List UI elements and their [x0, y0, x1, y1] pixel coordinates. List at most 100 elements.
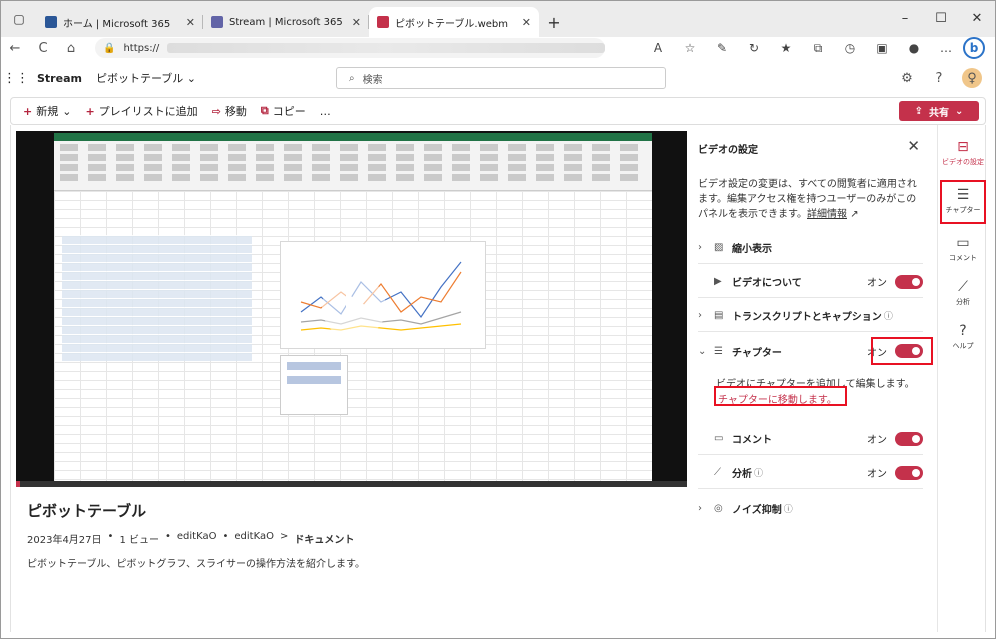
section-label: チャプター	[732, 347, 782, 359]
minimize-icon[interactable]: –	[887, 1, 923, 35]
rail-comments[interactable]: ▭ コメント	[938, 235, 988, 263]
toggle-state: オン	[867, 435, 887, 446]
settings-gear-icon[interactable]: ⚙	[899, 70, 915, 86]
back-icon[interactable]: ←	[1, 41, 29, 56]
info-icon[interactable]: ⓘ	[884, 309, 893, 322]
tab-home[interactable]: ホーム | Microsoft 365 ✕	[37, 7, 203, 37]
path-user-link[interactable]: editKaO	[234, 531, 274, 546]
rail-help[interactable]: ? ヘルプ	[938, 323, 988, 351]
plus-icon: +	[23, 104, 33, 118]
url-field[interactable]: 🔒 https://	[95, 38, 605, 58]
move-icon: ⇨	[211, 104, 221, 118]
window-menu-icon[interactable]: ▢	[1, 1, 37, 37]
chevron-right-icon: >	[280, 531, 289, 542]
copy-button[interactable]: ⧉ コピー	[261, 103, 306, 119]
rail-video-settings[interactable]: ⊟ ビデオの設定	[938, 139, 988, 167]
excel-ribbon	[54, 133, 652, 191]
app-name[interactable]: Stream	[37, 72, 82, 85]
info-icon[interactable]: ⓘ	[754, 466, 763, 479]
analytics-toggle[interactable]	[895, 465, 923, 480]
app-launcher-icon[interactable]: ⋮⋮	[1, 71, 31, 86]
move-button[interactable]: ⇨ 移動	[212, 103, 247, 119]
lock-icon: 🔒	[103, 42, 116, 54]
toggle-state: オン	[867, 469, 887, 480]
screenshot-icon[interactable]: ▣	[868, 41, 896, 56]
copy-label: コピー	[272, 105, 306, 118]
search-placeholder: 検索	[362, 74, 383, 86]
extension-icon[interactable]: ✎	[708, 41, 736, 56]
read-aloud-icon[interactable]: A	[644, 41, 672, 56]
main-content: ピボットテーブル 2023年4月27日 • 1 ビュー • editKaO • …	[10, 125, 986, 632]
breadcrumb[interactable]: ピボットテーブル ⌄	[96, 70, 196, 86]
close-tab-icon[interactable]: ✕	[352, 16, 361, 29]
more-button[interactable]: …	[320, 105, 331, 118]
collections-icon[interactable]: ⧉	[804, 41, 832, 56]
avatar[interactable]: ♀	[962, 68, 982, 88]
history-icon[interactable]: ◷	[836, 41, 864, 56]
highlight-box	[871, 337, 933, 365]
stream-icon	[211, 16, 223, 28]
caption-icon: ▤	[714, 310, 724, 321]
command-bar: + 新規 ⌄ + プレイリストに追加 ⇨ 移動 ⧉ コピー … ⇪ 共有 ⌄	[10, 97, 986, 125]
search-icon: ⌕	[349, 72, 355, 84]
toggle-state: オン	[867, 278, 887, 289]
chevron-down-icon: ⌄	[698, 345, 707, 357]
favorites-icon[interactable]: ★	[772, 41, 800, 56]
progress-bar[interactable]	[16, 481, 687, 487]
close-panel-icon[interactable]: ✕	[907, 137, 920, 155]
video-file-icon	[377, 16, 389, 28]
settings-toggle-icon: ⊟	[957, 139, 969, 155]
section-analytics[interactable]: ⟋ 分析 ⓘ オン	[698, 457, 923, 489]
learn-more-link[interactable]: 詳細情報	[807, 209, 847, 220]
section-comments[interactable]: ▭ コメント オン	[698, 423, 923, 455]
new-button[interactable]: + 新規 ⌄	[23, 103, 71, 119]
maximize-icon[interactable]: ☐	[923, 1, 959, 35]
comments-toggle[interactable]	[895, 431, 923, 446]
about-toggle[interactable]	[895, 274, 923, 289]
more-icon[interactable]: …	[932, 41, 960, 56]
video-title: ピボットテーブル	[27, 502, 147, 520]
address-bar: ← C ⌂ 🔒 https:// A ☆ ✎ ↻ ★ ⧉ ◷ ▣ ● … b	[1, 37, 995, 59]
path-folder-link[interactable]: ドキュメント	[294, 531, 354, 546]
profile-icon[interactable]: ●	[900, 41, 928, 56]
home-icon[interactable]: ⌂	[57, 41, 85, 56]
comment-icon: ▭	[956, 235, 970, 251]
close-tab-icon[interactable]: ✕	[186, 16, 195, 29]
separator-dot: •	[165, 531, 171, 542]
close-window-icon[interactable]: ✕	[959, 1, 995, 35]
move-label: 移動	[224, 105, 247, 118]
video-player[interactable]	[16, 131, 687, 487]
rail-label: ビデオの設定	[942, 158, 984, 166]
favorite-add-icon[interactable]: ☆	[676, 41, 704, 56]
section-thumbnail[interactable]: › ▨ 縮小表示	[698, 232, 923, 264]
help-icon[interactable]: ?	[931, 70, 947, 86]
tab-video[interactable]: ピボットテーブル.webm ✕	[369, 7, 539, 37]
close-tab-icon[interactable]: ✕	[522, 16, 531, 29]
section-about[interactable]: ▶ ビデオについて オン	[698, 266, 923, 298]
share-icon: ⇪	[914, 105, 923, 117]
bing-chat-icon[interactable]: b	[963, 37, 985, 59]
info-icon[interactable]: ⓘ	[784, 502, 793, 515]
section-noise-suppression[interactable]: › ◎ ノイズ抑制 ⓘ	[698, 492, 923, 524]
tab-title: ピボットテーブル.webm	[395, 18, 508, 30]
play-button[interactable]	[322, 275, 386, 339]
separator-dot: •	[107, 531, 114, 542]
video-icon: ▶	[714, 276, 722, 287]
add-to-playlist-button[interactable]: + プレイリストに追加	[85, 103, 197, 119]
tab-stream[interactable]: Stream | Microsoft 365 ✕	[203, 7, 369, 37]
plus-icon: +	[85, 104, 95, 118]
tab-bar: ▢ ホーム | Microsoft 365 ✕ Stream | Microso…	[1, 1, 995, 37]
section-label: コメント	[732, 435, 772, 446]
section-transcript[interactable]: › ▤ トランスクリプトとキャプション ⓘ	[698, 300, 923, 332]
share-button[interactable]: ⇪ 共有 ⌄	[899, 101, 979, 121]
new-tab-button[interactable]: +	[539, 7, 569, 37]
author-link[interactable]: editKaO	[177, 531, 217, 546]
panel-note: ビデオ設定の変更は、すべての閲覧者に適用されます。編集アクセス権を持つユーザーの…	[698, 177, 920, 222]
search-input[interactable]: ⌕ 検索	[336, 67, 666, 89]
highlight-box	[714, 386, 847, 406]
rail-analytics[interactable]: ⟋ 分析	[938, 279, 988, 307]
url-text: https://	[123, 42, 160, 54]
reload-icon[interactable]: C	[29, 41, 57, 56]
refresh-extension-icon[interactable]: ↻	[740, 41, 768, 56]
url-redacted	[167, 43, 605, 53]
